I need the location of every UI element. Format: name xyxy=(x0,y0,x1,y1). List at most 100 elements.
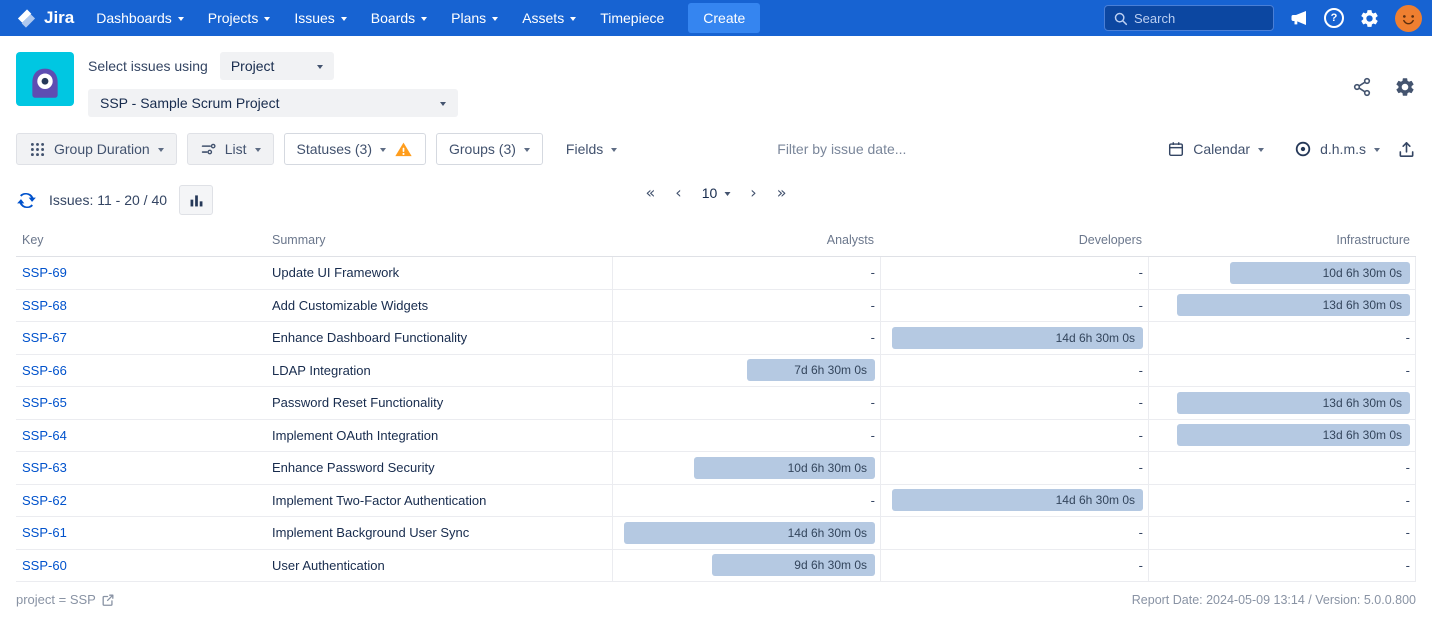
help-button[interactable]: ? xyxy=(1324,8,1344,28)
chevron-down-icon xyxy=(341,17,347,21)
issue-key-link[interactable]: SSP-63 xyxy=(22,460,67,475)
column-header-infrastructure: Infrastructure xyxy=(1148,233,1416,247)
issue-key-link[interactable]: SSP-69 xyxy=(22,265,67,280)
groups-button[interactable]: Groups (3) xyxy=(436,133,543,165)
issue-key-link[interactable]: SSP-61 xyxy=(22,525,67,540)
issues-bar: Issues: 11 - 20 / 40 « ‹ 10 › » xyxy=(0,179,1432,229)
duration-bar: 13d 6h 30m 0s xyxy=(1177,294,1410,316)
chevron-down-icon xyxy=(421,17,427,21)
chevron-down-icon xyxy=(178,17,184,21)
report-meta-text: Report Date: 2024-05-09 13:14 / Version:… xyxy=(1132,593,1416,607)
duration-cell-analysts: - xyxy=(612,387,880,419)
duration-format-icon xyxy=(1294,140,1312,158)
prev-page-button[interactable]: ‹ xyxy=(675,183,681,202)
issue-key-link[interactable]: SSP-62 xyxy=(22,493,67,508)
view-mode-button[interactable]: List xyxy=(187,133,274,165)
calendar-label: Calendar xyxy=(1193,141,1250,157)
next-page-button[interactable]: › xyxy=(750,183,756,202)
project-select[interactable]: SSP - Sample Scrum Project xyxy=(88,89,458,117)
help-icon: ? xyxy=(1324,8,1344,28)
search-icon xyxy=(1113,11,1128,26)
table-row: SSP-68Add Customizable Widgets--13d 6h 3… xyxy=(16,290,1416,323)
duration-cell-analysts: - xyxy=(612,420,880,452)
jira-brand[interactable]: Jira xyxy=(10,8,84,29)
user-avatar[interactable] xyxy=(1395,5,1422,32)
key-cell: SSP-63 xyxy=(16,452,266,484)
duration-cell-developers: - xyxy=(880,420,1148,452)
nav-item-projects[interactable]: Projects xyxy=(196,4,283,32)
duration-cell-developers: - xyxy=(880,290,1148,322)
duration-bar: 13d 6h 30m 0s xyxy=(1177,392,1410,414)
duration-cell-infrastructure: - xyxy=(1148,550,1416,582)
first-page-button[interactable]: « xyxy=(646,183,656,202)
issue-key-link[interactable]: SSP-68 xyxy=(22,298,67,313)
duration-cell-developers: - xyxy=(880,355,1148,387)
duration-bar: 14d 6h 30m 0s xyxy=(892,327,1143,349)
table-row: SSP-69Update UI Framework--10d 6h 30m 0s xyxy=(16,257,1416,290)
issue-key-link[interactable]: SSP-60 xyxy=(22,558,67,573)
share-button[interactable] xyxy=(1352,77,1372,97)
timepiece-app-icon[interactable] xyxy=(16,52,74,106)
chevron-down-icon xyxy=(492,17,498,21)
search-input[interactable] xyxy=(1134,11,1265,26)
duration-bar: 10d 6h 30m 0s xyxy=(694,457,875,479)
export-button[interactable] xyxy=(1397,140,1416,159)
duration-cell-infrastructure: - xyxy=(1148,485,1416,517)
list-icon xyxy=(200,141,217,158)
gear-icon xyxy=(1359,8,1380,29)
refresh-button[interactable] xyxy=(16,190,37,211)
group-duration-button[interactable]: Group Duration xyxy=(16,133,177,165)
column-header-developers: Developers xyxy=(880,233,1148,247)
nav-item-timepiece[interactable]: Timepiece xyxy=(588,4,676,32)
column-header-analysts: Analysts xyxy=(612,233,880,247)
duration-cell-analysts: - xyxy=(612,322,880,354)
duration-format-button[interactable]: d.h.m.s xyxy=(1281,133,1393,165)
page-size-value: 10 xyxy=(702,185,718,201)
key-cell: SSP-62 xyxy=(16,485,266,517)
jql-filter-link[interactable]: project = SSP xyxy=(16,592,115,607)
chart-view-button[interactable] xyxy=(179,185,213,215)
duration-cell-developers: 14d 6h 30m 0s xyxy=(880,485,1148,517)
duration-cell-analysts: - xyxy=(612,485,880,517)
create-button[interactable]: Create xyxy=(688,3,760,33)
nav-item-assets[interactable]: Assets xyxy=(510,4,588,32)
last-page-button[interactable]: » xyxy=(777,183,787,202)
nav-item-boards[interactable]: Boards xyxy=(359,4,439,32)
nav-item-issues[interactable]: Issues xyxy=(282,4,358,32)
fields-label: Fields xyxy=(566,141,603,157)
grid-icon xyxy=(29,141,46,158)
issue-key-link[interactable]: SSP-66 xyxy=(22,363,67,378)
issue-summary: Implement Two-Factor Authentication xyxy=(266,485,612,517)
issue-key-link[interactable]: SSP-65 xyxy=(22,395,67,410)
settings-button[interactable] xyxy=(1359,8,1380,29)
issue-date-filter-input[interactable] xyxy=(777,141,1007,157)
chevron-down-icon xyxy=(317,65,323,69)
nav-item-plans[interactable]: Plans xyxy=(439,4,510,32)
key-cell: SSP-65 xyxy=(16,387,266,419)
page-size-select[interactable]: 10 xyxy=(702,185,731,201)
key-cell: SSP-64 xyxy=(16,420,266,452)
issue-summary: Enhance Dashboard Functionality xyxy=(266,322,612,354)
nav-item-dashboards[interactable]: Dashboards xyxy=(84,4,196,32)
warning-icon xyxy=(394,140,413,159)
issue-source-select[interactable]: Project xyxy=(220,52,334,80)
navbar-right: ? xyxy=(1104,5,1422,32)
announcements-button[interactable] xyxy=(1289,8,1309,28)
issues-count-label: Issues: 11 - 20 / 40 xyxy=(49,192,167,208)
refresh-icon xyxy=(16,190,37,211)
issue-summary: Password Reset Functionality xyxy=(266,387,612,419)
issue-key-link[interactable]: SSP-67 xyxy=(22,330,67,345)
duration-cell-infrastructure: - xyxy=(1148,322,1416,354)
issue-key-link[interactable]: SSP-64 xyxy=(22,428,67,443)
fields-button[interactable]: Fields xyxy=(553,133,630,165)
table-header-row: KeySummaryAnalystsDevelopersInfrastructu… xyxy=(16,229,1416,257)
report-settings-button[interactable] xyxy=(1394,76,1416,98)
calendar-button[interactable]: Calendar xyxy=(1154,133,1277,165)
issue-summary: LDAP Integration xyxy=(266,355,612,387)
share-icon xyxy=(1352,77,1372,97)
report-toolbar: Group Duration List Statuses (3) xyxy=(0,125,1432,179)
issue-summary: User Authentication xyxy=(266,550,612,582)
chevron-down-icon xyxy=(1374,148,1380,152)
date-filter-zone xyxy=(640,141,1144,157)
statuses-button[interactable]: Statuses (3) xyxy=(284,133,426,165)
